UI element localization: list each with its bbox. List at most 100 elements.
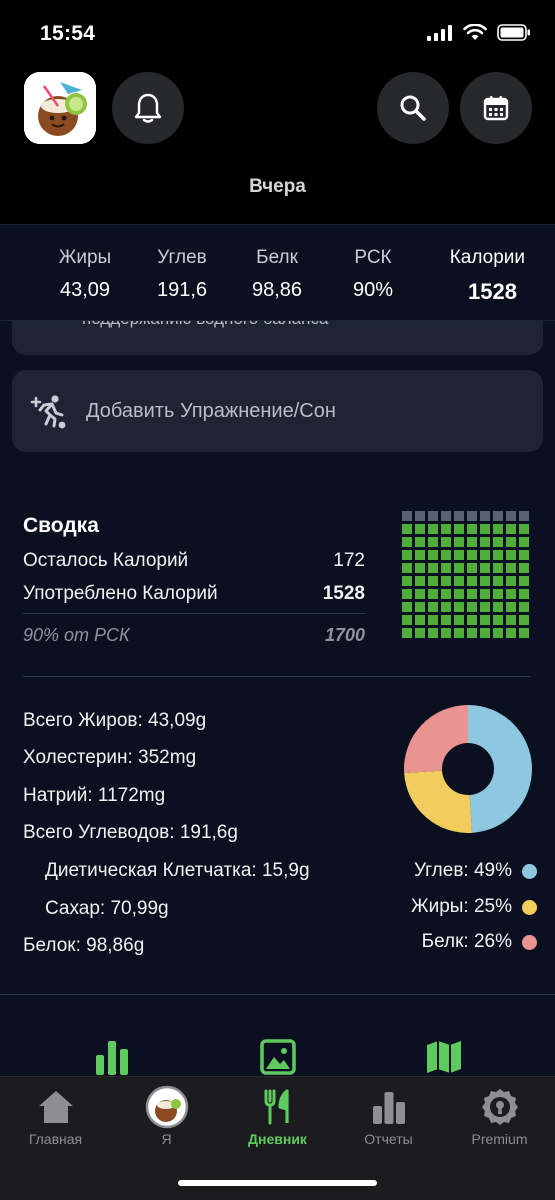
waffle-cell [454,602,464,612]
app-logo[interactable] [24,72,96,144]
protein-text: Белок: 98,86g [23,935,145,956]
coconut-icon [24,72,96,144]
waffle-cell [428,524,438,534]
battery-icon [497,24,530,41]
waffle-cell [402,537,412,547]
waffle-cell [454,628,464,638]
macro-label: Калории [449,247,525,268]
add-exercise-button[interactable]: Добавить Упражнение/Сон [12,370,543,452]
waffle-cell [402,576,412,586]
search-icon [400,95,426,121]
bar-chart-icon [372,1092,405,1124]
remaining-calories-row: Осталось Калорий 172 [23,550,365,572]
waffle-cell [519,524,529,534]
total-fat-text: Всего Жиров: 43,09g [23,710,207,731]
waffle-cell [506,511,516,521]
waffle-cell [467,563,477,573]
waffle-cell [480,602,490,612]
tab-me-label: Я [161,1131,172,1147]
waffle-cell [519,563,529,573]
waffle-cell [493,576,503,586]
waffle-cell [454,589,464,599]
waffle-cell [467,615,477,625]
tab-reports[interactable]: Отчеты [333,1087,444,1147]
search-button[interactable] [377,72,449,144]
waffle-cell [454,576,464,586]
waffle-cell [402,615,412,625]
waffle-cell [428,537,438,547]
waffle-cell [493,628,503,638]
calendar-icon [483,96,509,121]
tab-home[interactable]: Главная [0,1087,111,1147]
home-icon [38,1091,73,1123]
macro-carbs: Углев 191,6 [144,247,220,302]
photo-shortcut-icon[interactable] [260,1039,296,1075]
waffle-cell [480,589,490,599]
cholesterol-text: Холестерин: 352mg [23,747,197,768]
waffle-cell [454,537,464,547]
waffle-cell [441,615,451,625]
remaining-value: 172 [333,550,365,571]
waffle-cell [493,511,503,521]
waffle-cell [506,537,516,547]
tab-premium[interactable]: Premium [444,1087,555,1147]
waffle-cell [454,511,464,521]
calendar-button[interactable] [460,72,532,144]
macro-value: 1528 [468,279,517,304]
donut-slice-2 [404,705,468,774]
sodium-text: Натрий: 1172mg [23,785,166,806]
waffle-cell [480,537,490,547]
map-shortcut-icon[interactable] [426,1039,462,1075]
macro-donut-chart [404,705,533,833]
waffle-cell [415,511,425,521]
macro-label: РСК [354,247,392,268]
tab-diary[interactable]: Дневник [222,1087,333,1147]
rdi-value: 1700 [324,625,365,645]
waffle-cell [519,511,529,521]
macro-value: 43,09 [59,279,111,301]
waffle-cell [402,524,412,534]
summary-divider [23,613,365,614]
waffle-cell [467,550,477,560]
waffle-cell [402,511,412,521]
rdi-row: 90% от РСК 1700 [23,625,365,646]
waffle-cell [441,576,451,586]
date-title[interactable]: Вчера [0,176,555,198]
macro-calories: Калории 1528 [425,247,525,305]
waffle-cell [441,628,451,638]
exercise-icon [30,395,66,429]
status-time: 15:54 [40,22,96,45]
reports-shortcut-icon[interactable] [94,1039,130,1075]
waffle-cell [506,524,516,534]
waffle-cell [402,589,412,599]
tab-me[interactable]: Я [111,1085,222,1147]
legend-fat: Жиры: 25% [411,896,537,918]
waffle-cell [441,550,451,560]
waffle-cell [480,563,490,573]
waffle-cell [480,576,490,586]
waffle-cell [415,615,425,625]
add-exercise-label: Добавить Упражнение/Сон [86,399,336,422]
waffle-cell [467,602,477,612]
legend-protein-dot [522,934,537,950]
macro-rdi: РСК 90% [340,247,406,302]
waffle-cell [428,628,438,638]
waffle-cell [428,615,438,625]
waffle-cell [441,537,451,547]
waffle-cell [467,589,477,599]
waffle-cell [402,563,412,573]
diary-content: поддержанию водного баланса Добавить Упр… [0,321,555,1076]
waffle-cell [415,550,425,560]
waffle-cell [480,550,490,560]
notifications-button[interactable] [112,72,184,144]
summary-title: Сводка [23,514,99,537]
water-card[interactable]: поддержанию водного баланса [12,321,543,355]
status-bar: 15:54 [0,0,555,64]
waffle-cell [441,511,451,521]
waffle-cell [454,615,464,625]
legend-carbs-dot [522,863,537,879]
waffle-cell [415,602,425,612]
macro-label: Углев [157,247,207,268]
waffle-cell [519,589,529,599]
waffle-cell [454,550,464,560]
